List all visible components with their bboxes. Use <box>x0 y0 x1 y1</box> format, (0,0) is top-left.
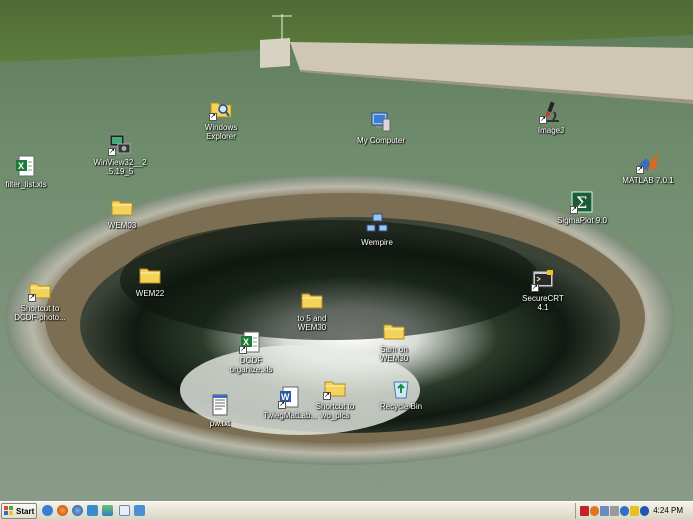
orange-tray-icon[interactable] <box>590 506 599 516</box>
wallpaper-spillway <box>0 0 693 501</box>
icon-label: Recycle Bin <box>379 402 423 411</box>
matlab-icon: ↗ <box>636 150 660 174</box>
info-icon[interactable] <box>640 506 649 516</box>
icon-label: SecureCRT 4.1 <box>522 294 564 312</box>
computer-icon <box>369 110 393 134</box>
sam-wem30-folder[interactable]: Sam on WEM30 <box>361 319 427 363</box>
app-camera-icon: ↗ <box>108 132 132 156</box>
shortcut-arrow-icon: ↗ <box>531 284 539 292</box>
system-tray: 4:24 PM <box>575 503 693 519</box>
text-icon <box>208 393 232 417</box>
icon-label: My Computer <box>356 136 405 145</box>
icon-label: Sam on WEM30 <box>379 345 409 363</box>
start-button[interactable]: Start <box>1 503 37 519</box>
ie-icon[interactable] <box>42 505 53 516</box>
windows-explorer-shortcut[interactable]: ↗ Windows Explorer <box>188 97 254 141</box>
taskbar: Start 4:24 PM <box>0 501 693 520</box>
microscope-icon: ↗ <box>539 100 563 124</box>
folder-icon <box>110 195 134 219</box>
icon-label: filter_list.xls <box>5 180 47 189</box>
securecrt-shortcut[interactable]: ↗ SecureCRT 4.1 <box>510 268 576 312</box>
icon-label: Shortcut to DCDF-photo... <box>14 304 66 322</box>
icon-label: Windows Explorer <box>204 123 238 141</box>
icon-label: WEM22 <box>135 289 165 298</box>
security-icon[interactable] <box>620 506 629 516</box>
folder-icon <box>300 288 324 312</box>
dcdf-organize-xls[interactable]: X ↗ DCDF organize.xls <box>218 330 284 374</box>
wem03-folder[interactable]: WEM03 <box>89 195 155 230</box>
icon-label: Wempire <box>361 238 393 247</box>
clock[interactable]: 4:24 PM <box>653 506 683 515</box>
sigmaplot-shortcut[interactable]: Σ ↗ SigmaPlot 9.0 <box>549 190 615 225</box>
icon-label: Shortcut to wo_pics <box>315 402 355 420</box>
icon-label: ImageJ <box>537 126 565 135</box>
recycle-icon <box>389 376 413 400</box>
icon-label: MATLAB 7.0.1 <box>622 176 674 185</box>
terminal-icon: ↗ <box>531 268 555 292</box>
to5-wem30-folder[interactable]: to 5 and WEM30 <box>279 288 345 332</box>
icon-label: to 5 and WEM30 <box>297 314 327 332</box>
network-icon <box>365 212 389 236</box>
excel-icon: X <box>14 154 38 178</box>
my-computer[interactable]: My Computer <box>348 110 414 145</box>
folder-magnify-icon: ↗ <box>209 97 233 121</box>
shortcut-arrow-icon: ↗ <box>539 116 547 124</box>
excel-icon: X ↗ <box>239 330 263 354</box>
shortcut-arrow-icon: ↗ <box>108 148 116 156</box>
start-label: Start <box>16 506 35 516</box>
shortcut-dcdf-photo[interactable]: ↗ Shortcut to DCDF-photo... <box>7 278 73 322</box>
notepad-icon[interactable] <box>119 505 130 516</box>
shortcut-wo-pics[interactable]: ↗ Shortcut to wo_pics <box>302 376 368 420</box>
icon-label: WEM03 <box>107 221 137 230</box>
imagej-shortcut[interactable]: ↗ ImageJ <box>518 100 584 135</box>
folder-icon: ↗ <box>28 278 52 302</box>
shortcut-arrow-icon: ↗ <box>28 294 36 302</box>
monitor-tray-icon[interactable] <box>600 506 609 516</box>
wempire-network[interactable]: Wempire <box>344 212 410 247</box>
winamp-icon[interactable] <box>87 505 98 516</box>
firefox-icon[interactable] <box>57 505 68 516</box>
icon-label: pw.txt <box>209 419 231 428</box>
shortcut-arrow-icon: ↗ <box>209 113 217 121</box>
shortcut-arrow-icon: ↗ <box>323 392 331 400</box>
windows-logo-icon <box>4 506 14 516</box>
folder-icon <box>138 263 162 287</box>
pw-txt[interactable]: pw.txt <box>187 393 253 428</box>
red-tray-icon[interactable] <box>580 506 589 516</box>
shortcut-arrow-icon: ↗ <box>278 401 286 409</box>
shortcut-arrow-icon: ↗ <box>636 166 644 174</box>
icon-label: WinView32__2 .5.19_5 <box>93 158 147 176</box>
svg-text:X: X <box>18 161 24 171</box>
desktop[interactable]: ↗ Windows Explorer ↗ WinView32__2 .5.19_5 Xf… <box>0 0 693 501</box>
folder-icon <box>382 319 406 343</box>
sigmaplot-icon: Σ ↗ <box>570 190 594 214</box>
icon-label: DCDF organize.xls <box>229 356 273 374</box>
thunderbird-icon[interactable] <box>72 505 83 516</box>
recycle-bin[interactable]: Recycle Bin <box>368 376 434 411</box>
filter-list-xls[interactable]: Xfilter_list.xls <box>0 154 59 189</box>
wem22-folder[interactable]: WEM22 <box>117 263 183 298</box>
shortcut-arrow-icon: ↗ <box>239 346 247 354</box>
matlab-shortcut[interactable]: ↗ MATLAB 7.0.1 <box>615 150 681 185</box>
winview32-shortcut[interactable]: ↗ WinView32__2 .5.19_5 <box>87 132 153 176</box>
volume-icon[interactable] <box>610 506 619 516</box>
shortcut-arrow-icon: ↗ <box>570 206 578 214</box>
antivirus-icon[interactable] <box>630 506 639 516</box>
folder-icon: ↗ <box>323 376 347 400</box>
icon-label: SigmaPlot 9.0 <box>557 216 607 225</box>
pidgin-icon[interactable] <box>134 505 145 516</box>
word-icon: W ↗ <box>278 385 302 409</box>
photo-icon[interactable] <box>102 505 113 516</box>
